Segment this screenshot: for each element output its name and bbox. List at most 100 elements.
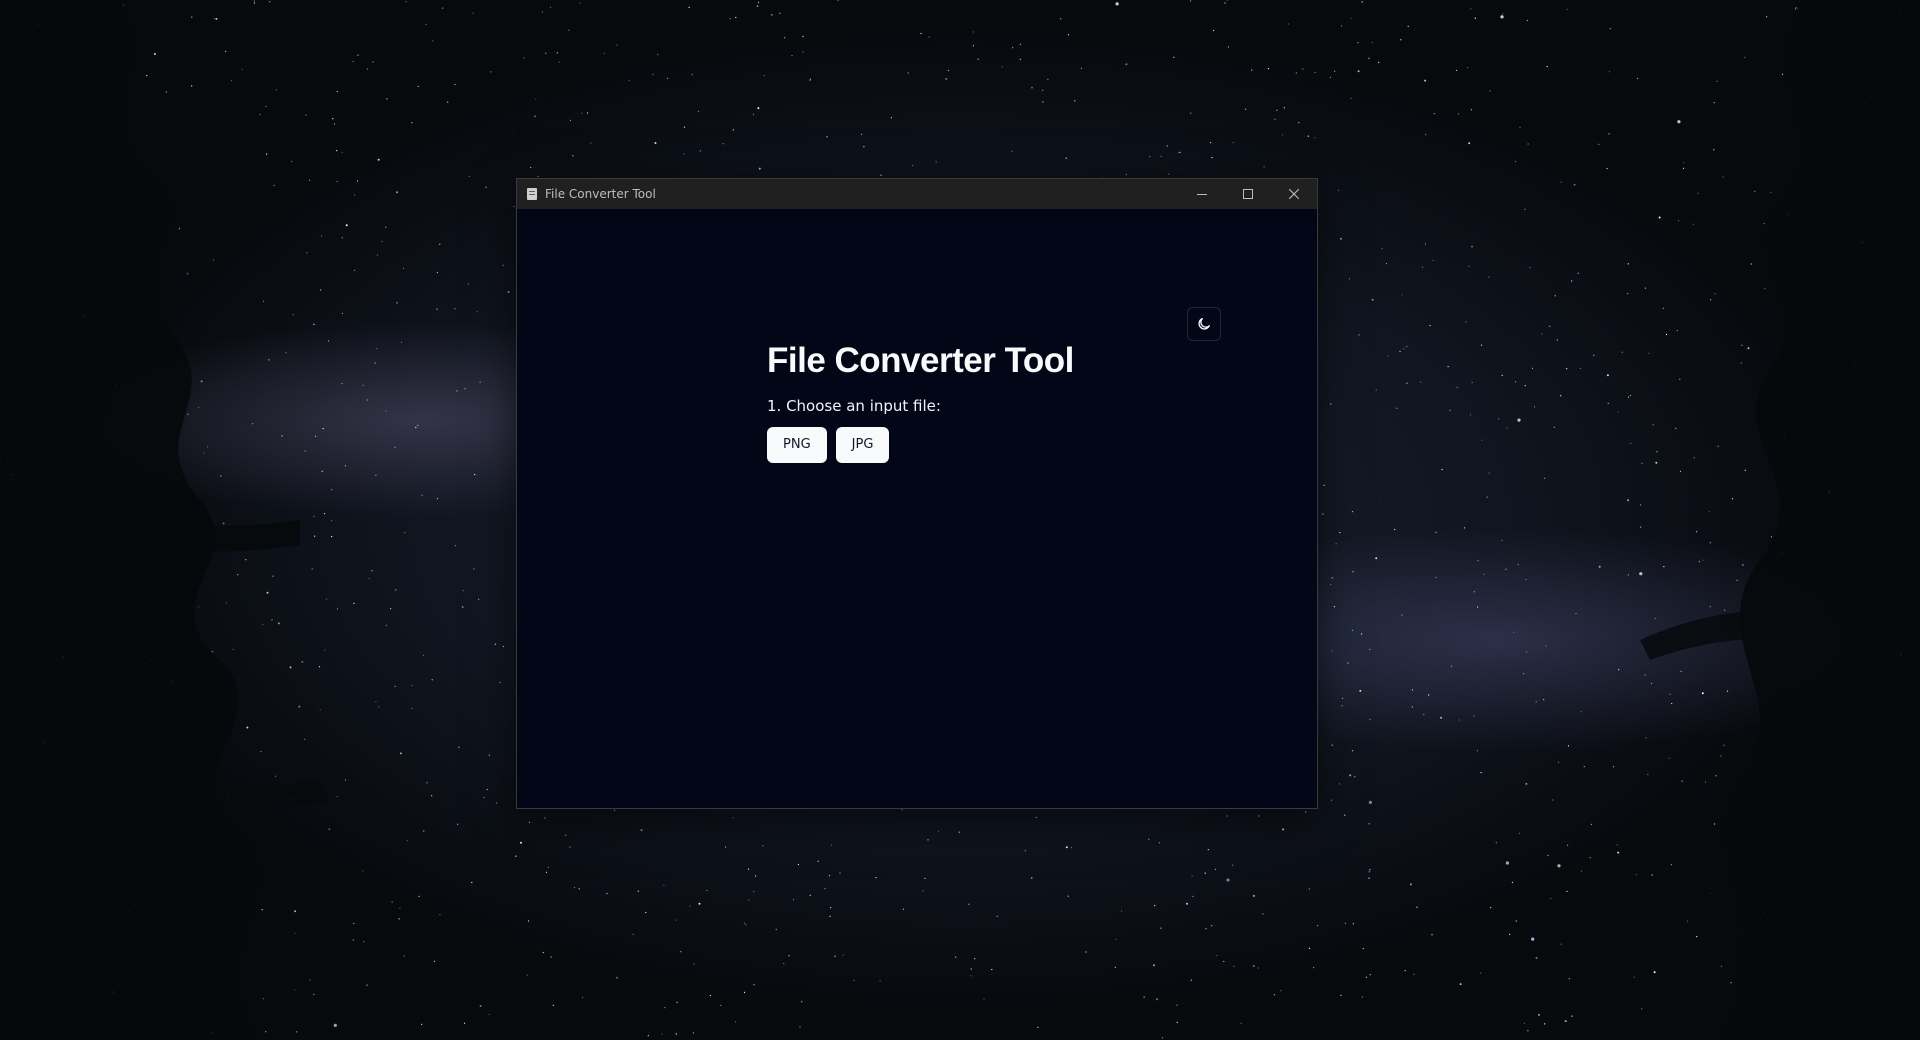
star bbox=[1368, 823, 1370, 825]
star bbox=[1344, 814, 1346, 816]
star bbox=[1214, 868, 1216, 871]
star bbox=[830, 844, 833, 846]
star bbox=[1211, 157, 1213, 159]
star bbox=[676, 1001, 678, 1004]
star bbox=[537, 175, 539, 177]
star bbox=[1352, 923, 1354, 925]
star bbox=[947, 69, 950, 72]
star bbox=[552, 1004, 554, 1006]
star bbox=[473, 568, 475, 570]
star bbox=[1357, 42, 1359, 44]
star bbox=[1115, 2, 1119, 6]
star bbox=[1369, 718, 1371, 720]
star bbox=[1070, 846, 1072, 849]
star bbox=[654, 142, 657, 144]
star bbox=[550, 956, 552, 958]
star bbox=[722, 143, 724, 145]
star bbox=[1160, 155, 1162, 157]
star bbox=[1340, 237, 1342, 240]
star bbox=[494, 643, 496, 645]
star bbox=[1190, 979, 1192, 981]
star bbox=[799, 1026, 801, 1028]
star bbox=[1190, 112, 1192, 114]
star bbox=[1440, 716, 1443, 719]
star bbox=[1406, 382, 1408, 384]
star bbox=[1216, 955, 1218, 957]
star bbox=[797, 863, 800, 866]
star bbox=[1352, 571, 1354, 573]
star bbox=[692, 1032, 695, 1034]
theme-toggle-button[interactable] bbox=[1187, 307, 1221, 341]
star bbox=[745, 924, 747, 926]
star bbox=[461, 606, 464, 608]
minimize-icon bbox=[1197, 194, 1207, 195]
maximize-button[interactable] bbox=[1225, 179, 1271, 209]
star bbox=[890, 117, 892, 119]
star bbox=[1114, 966, 1116, 969]
star bbox=[748, 899, 750, 901]
star bbox=[1317, 925, 1319, 927]
star bbox=[432, 40, 434, 42]
star bbox=[1394, 528, 1396, 531]
star bbox=[1331, 577, 1333, 579]
star bbox=[747, 868, 750, 870]
star bbox=[1351, 511, 1354, 513]
star bbox=[1401, 614, 1403, 616]
star bbox=[779, 12, 781, 14]
tree-silhouette-left bbox=[0, 0, 330, 1040]
star bbox=[664, 1007, 666, 1009]
png-button[interactable]: PNG bbox=[767, 426, 827, 463]
star bbox=[927, 839, 929, 841]
star bbox=[1375, 389, 1377, 391]
window-titlebar[interactable]: File Converter Tool bbox=[517, 179, 1317, 209]
star bbox=[1253, 965, 1255, 967]
star bbox=[1168, 173, 1170, 175]
star bbox=[1042, 101, 1044, 103]
star bbox=[486, 788, 488, 791]
star bbox=[645, 911, 647, 914]
page-title: File Converter Tool bbox=[767, 341, 1074, 380]
star bbox=[1158, 842, 1160, 844]
star bbox=[875, 877, 877, 879]
star bbox=[744, 922, 746, 924]
star bbox=[693, 963, 695, 965]
star bbox=[1156, 998, 1158, 1001]
star bbox=[652, 73, 654, 75]
star bbox=[520, 841, 522, 844]
star bbox=[1433, 113, 1435, 115]
star bbox=[1378, 61, 1380, 64]
star bbox=[1173, 56, 1175, 59]
star bbox=[542, 951, 544, 954]
star bbox=[454, 545, 456, 547]
star bbox=[1338, 783, 1341, 785]
star bbox=[1469, 414, 1472, 416]
star bbox=[1019, 43, 1021, 46]
star bbox=[1192, 895, 1194, 898]
star bbox=[706, 889, 708, 892]
star bbox=[488, 1013, 490, 1015]
star bbox=[1467, 67, 1469, 69]
star bbox=[569, 119, 572, 121]
star bbox=[724, 846, 727, 848]
jpg-button[interactable]: JPG bbox=[835, 426, 890, 463]
star bbox=[581, 996, 584, 998]
document-icon bbox=[527, 188, 537, 200]
star bbox=[476, 311, 478, 313]
star bbox=[1210, 142, 1212, 144]
star bbox=[462, 589, 464, 592]
star bbox=[1213, 29, 1215, 32]
close-button[interactable] bbox=[1271, 179, 1317, 209]
star bbox=[762, 845, 764, 847]
minimize-button[interactable] bbox=[1179, 179, 1225, 209]
star bbox=[1012, 47, 1014, 49]
star bbox=[788, 955, 790, 957]
star bbox=[699, 150, 701, 152]
star bbox=[809, 894, 811, 897]
star bbox=[1357, 70, 1360, 73]
star bbox=[1425, 134, 1427, 136]
star bbox=[1416, 906, 1418, 908]
star bbox=[1421, 266, 1424, 268]
star bbox=[1186, 902, 1188, 905]
star bbox=[1368, 870, 1371, 873]
star bbox=[1431, 934, 1433, 936]
